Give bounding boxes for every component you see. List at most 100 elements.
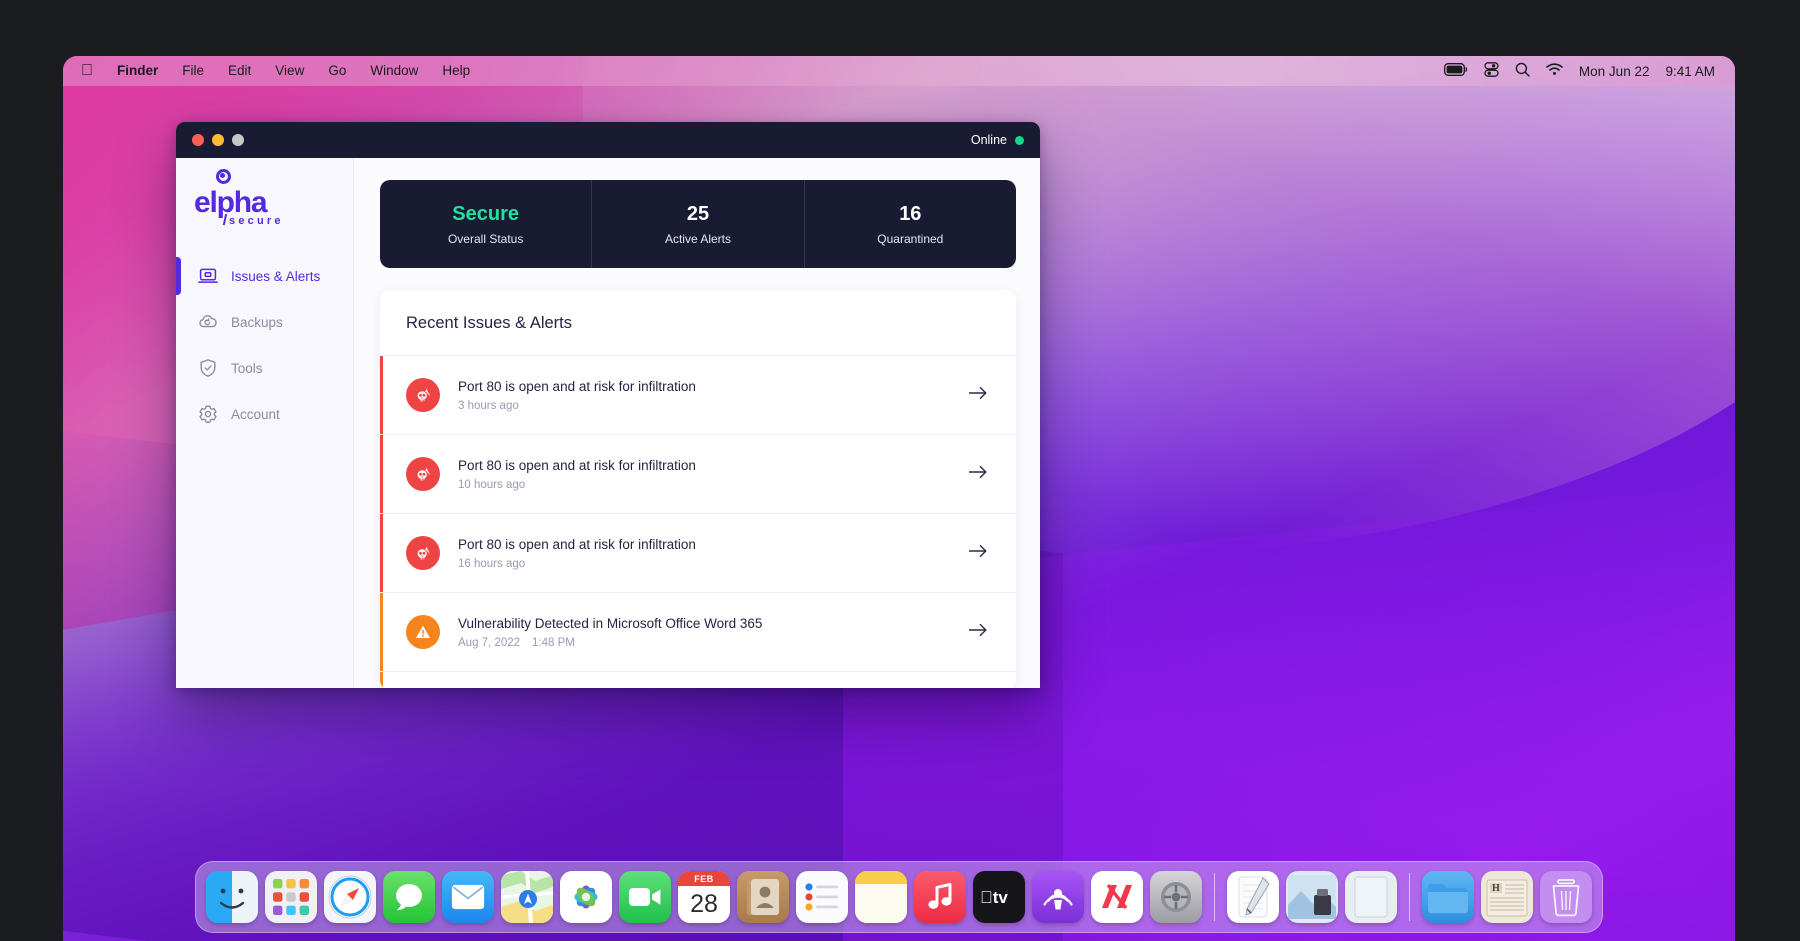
- menu-item-help[interactable]: Help: [430, 56, 482, 86]
- appletv-icon[interactable]: tv: [973, 871, 1025, 923]
- preview-icon[interactable]: [1286, 871, 1338, 923]
- arrow-right-icon[interactable]: [968, 464, 988, 485]
- desktop-wallpaper:  Finder File Edit View Go Window Help: [63, 56, 1735, 941]
- logo-wordmark: elpha: [194, 186, 268, 219]
- mail-icon[interactable]: [442, 871, 494, 923]
- alert-time: 1:48 PM: [532, 636, 575, 649]
- sidebar-item-account[interactable]: Account: [176, 391, 353, 437]
- wifi-icon[interactable]: [1546, 63, 1563, 79]
- podcasts-icon[interactable]: [1032, 871, 1084, 923]
- alert-title: Vulnerability Detected in Microsoft Offi…: [458, 615, 763, 631]
- sidebar-item-backups[interactable]: Backups: [176, 299, 353, 345]
- alert-timestamp: 16 hours ago: [458, 557, 526, 570]
- search-icon[interactable]: [1515, 62, 1530, 80]
- menu-item-window[interactable]: Window: [358, 56, 430, 86]
- dock-separator: [1409, 873, 1410, 921]
- news-icon[interactable]: [1091, 871, 1143, 923]
- alert-timestamp-wrap: Aug 7, 2022 1:48 PM: [458, 637, 950, 649]
- alert-timestamp: 10 hours ago: [458, 478, 526, 491]
- flaming-skull-icon: [406, 378, 440, 412]
- svg-text:tv: tv: [980, 888, 1008, 907]
- safari-icon[interactable]: [324, 871, 376, 923]
- window-titlebar: Online: [176, 122, 1040, 158]
- alert-timestamp: 3 hours ago: [458, 399, 519, 412]
- table-row[interactable]: Port 80 is open and at risk for infiltra…: [380, 434, 1016, 513]
- menubar-time: 9:41 AM: [1665, 63, 1715, 79]
- menu-item-go[interactable]: Go: [316, 56, 358, 86]
- menu-bar:  Finder File Edit View Go Window Help: [63, 56, 1735, 86]
- minimize-button[interactable]: [212, 134, 224, 146]
- notes-header: [855, 871, 907, 884]
- menu-item-file[interactable]: File: [170, 56, 216, 86]
- arrow-right-icon[interactable]: [968, 385, 988, 406]
- blank-document-icon[interactable]: [1345, 871, 1397, 923]
- elpha-secure-window: Online elpha secure Issues & Alerts Back…: [176, 122, 1040, 688]
- control-center-icon[interactable]: [1484, 62, 1499, 80]
- stat-value: 25: [686, 202, 710, 225]
- shield-check-icon: [198, 358, 218, 378]
- reminders-icon[interactable]: [796, 871, 848, 923]
- laptop-alert-icon: [198, 266, 218, 286]
- battery-icon[interactable]: [1443, 63, 1468, 79]
- photos-icon[interactable]: [560, 871, 612, 923]
- arrow-right-icon[interactable]: [968, 543, 988, 564]
- main-content: Secure Overall Status 25 Active Alerts 1…: [354, 158, 1040, 688]
- stat-label: Active Alerts: [664, 231, 731, 246]
- table-row[interactable]: Port 80 is open and at risk for infiltra…: [380, 355, 1016, 434]
- finder-icon[interactable]: [206, 871, 258, 923]
- maps-icon[interactable]: [501, 871, 553, 923]
- menu-item-edit[interactable]: Edit: [216, 56, 263, 86]
- table-row[interactable]: Port 80 is open and at risk for infiltra…: [380, 513, 1016, 592]
- gear-icon: [198, 404, 218, 424]
- apple-logo-icon[interactable]: : [77, 57, 105, 85]
- sidebar-item-label: Tools: [231, 360, 263, 376]
- sidebar-item-tools[interactable]: Tools: [176, 345, 353, 391]
- menu-item-view[interactable]: View: [263, 56, 316, 86]
- dock-separator: [1214, 873, 1215, 921]
- facetime-icon[interactable]: [619, 871, 671, 923]
- arrow-right-icon[interactable]: [968, 622, 988, 643]
- contacts-icon[interactable]: [737, 871, 789, 923]
- app-body: elpha secure Issues & Alerts Backups Too…: [176, 158, 1040, 688]
- table-row[interactable]: Vulnerability Detected in Microsoft Offi…: [380, 671, 1016, 688]
- launchpad-icon[interactable]: [265, 871, 317, 923]
- flaming-skull-icon: [406, 536, 440, 570]
- sidebar-item-issues-alerts[interactable]: Issues & Alerts: [176, 253, 353, 299]
- stat-label: Overall Status: [447, 231, 524, 246]
- messages-icon[interactable]: [383, 871, 435, 923]
- close-button[interactable]: [192, 134, 204, 146]
- sidebar-item-label: Backups: [231, 314, 283, 330]
- music-icon[interactable]: [914, 871, 966, 923]
- alert-title: Port 80 is open and at risk for infiltra…: [458, 457, 696, 473]
- sidebar-nav: Issues & Alerts Backups Tools Account: [176, 253, 353, 437]
- textedit-icon[interactable]: [1227, 871, 1279, 923]
- table-row[interactable]: Vulnerability Detected in Microsoft Offi…: [380, 592, 1016, 671]
- stat-value: 16: [899, 202, 922, 225]
- stat-value: Secure: [452, 202, 520, 225]
- recent-alerts-card: Recent Issues & Alerts Port 80 is open a…: [380, 290, 1016, 688]
- alert-date: Aug 7, 2022: [458, 636, 521, 649]
- display-bezel:  Finder File Edit View Go Window Help: [63, 56, 1735, 941]
- svg-text:H: H: [1492, 883, 1500, 894]
- system-preferences-icon[interactable]: [1150, 871, 1202, 923]
- connection-status: Online: [971, 133, 1024, 147]
- trash-icon[interactable]: [1540, 871, 1592, 923]
- zoom-button[interactable]: [232, 134, 244, 146]
- status-dot-icon: [1015, 135, 1024, 145]
- downloads-folder-icon[interactable]: [1422, 871, 1474, 923]
- stat-quarantined: 16 Quarantined: [803, 180, 1016, 268]
- stats-bar: Secure Overall Status 25 Active Alerts 1…: [380, 180, 1016, 268]
- newspaper-icon[interactable]: H: [1481, 871, 1533, 923]
- card-title: Recent Issues & Alerts: [406, 314, 572, 332]
- alert-text: Vulnerability Detected in Microsoft Offi…: [458, 616, 950, 649]
- alert-text: Port 80 is open and at risk for infiltra…: [458, 458, 950, 491]
- menu-item-finder[interactable]: Finder: [105, 56, 170, 86]
- notes-icon[interactable]: [855, 871, 907, 923]
- app-logo: elpha secure: [176, 158, 353, 227]
- logo-dot-icon: [216, 169, 231, 184]
- alert-text: Port 80 is open and at risk for infiltra…: [458, 537, 950, 570]
- notes-body: [855, 884, 907, 923]
- menubar-date: Mon Jun 22: [1578, 63, 1650, 79]
- stat-active-alerts: 25 Active Alerts: [591, 180, 803, 268]
- calendar-icon[interactable]: FEB 28: [678, 871, 730, 923]
